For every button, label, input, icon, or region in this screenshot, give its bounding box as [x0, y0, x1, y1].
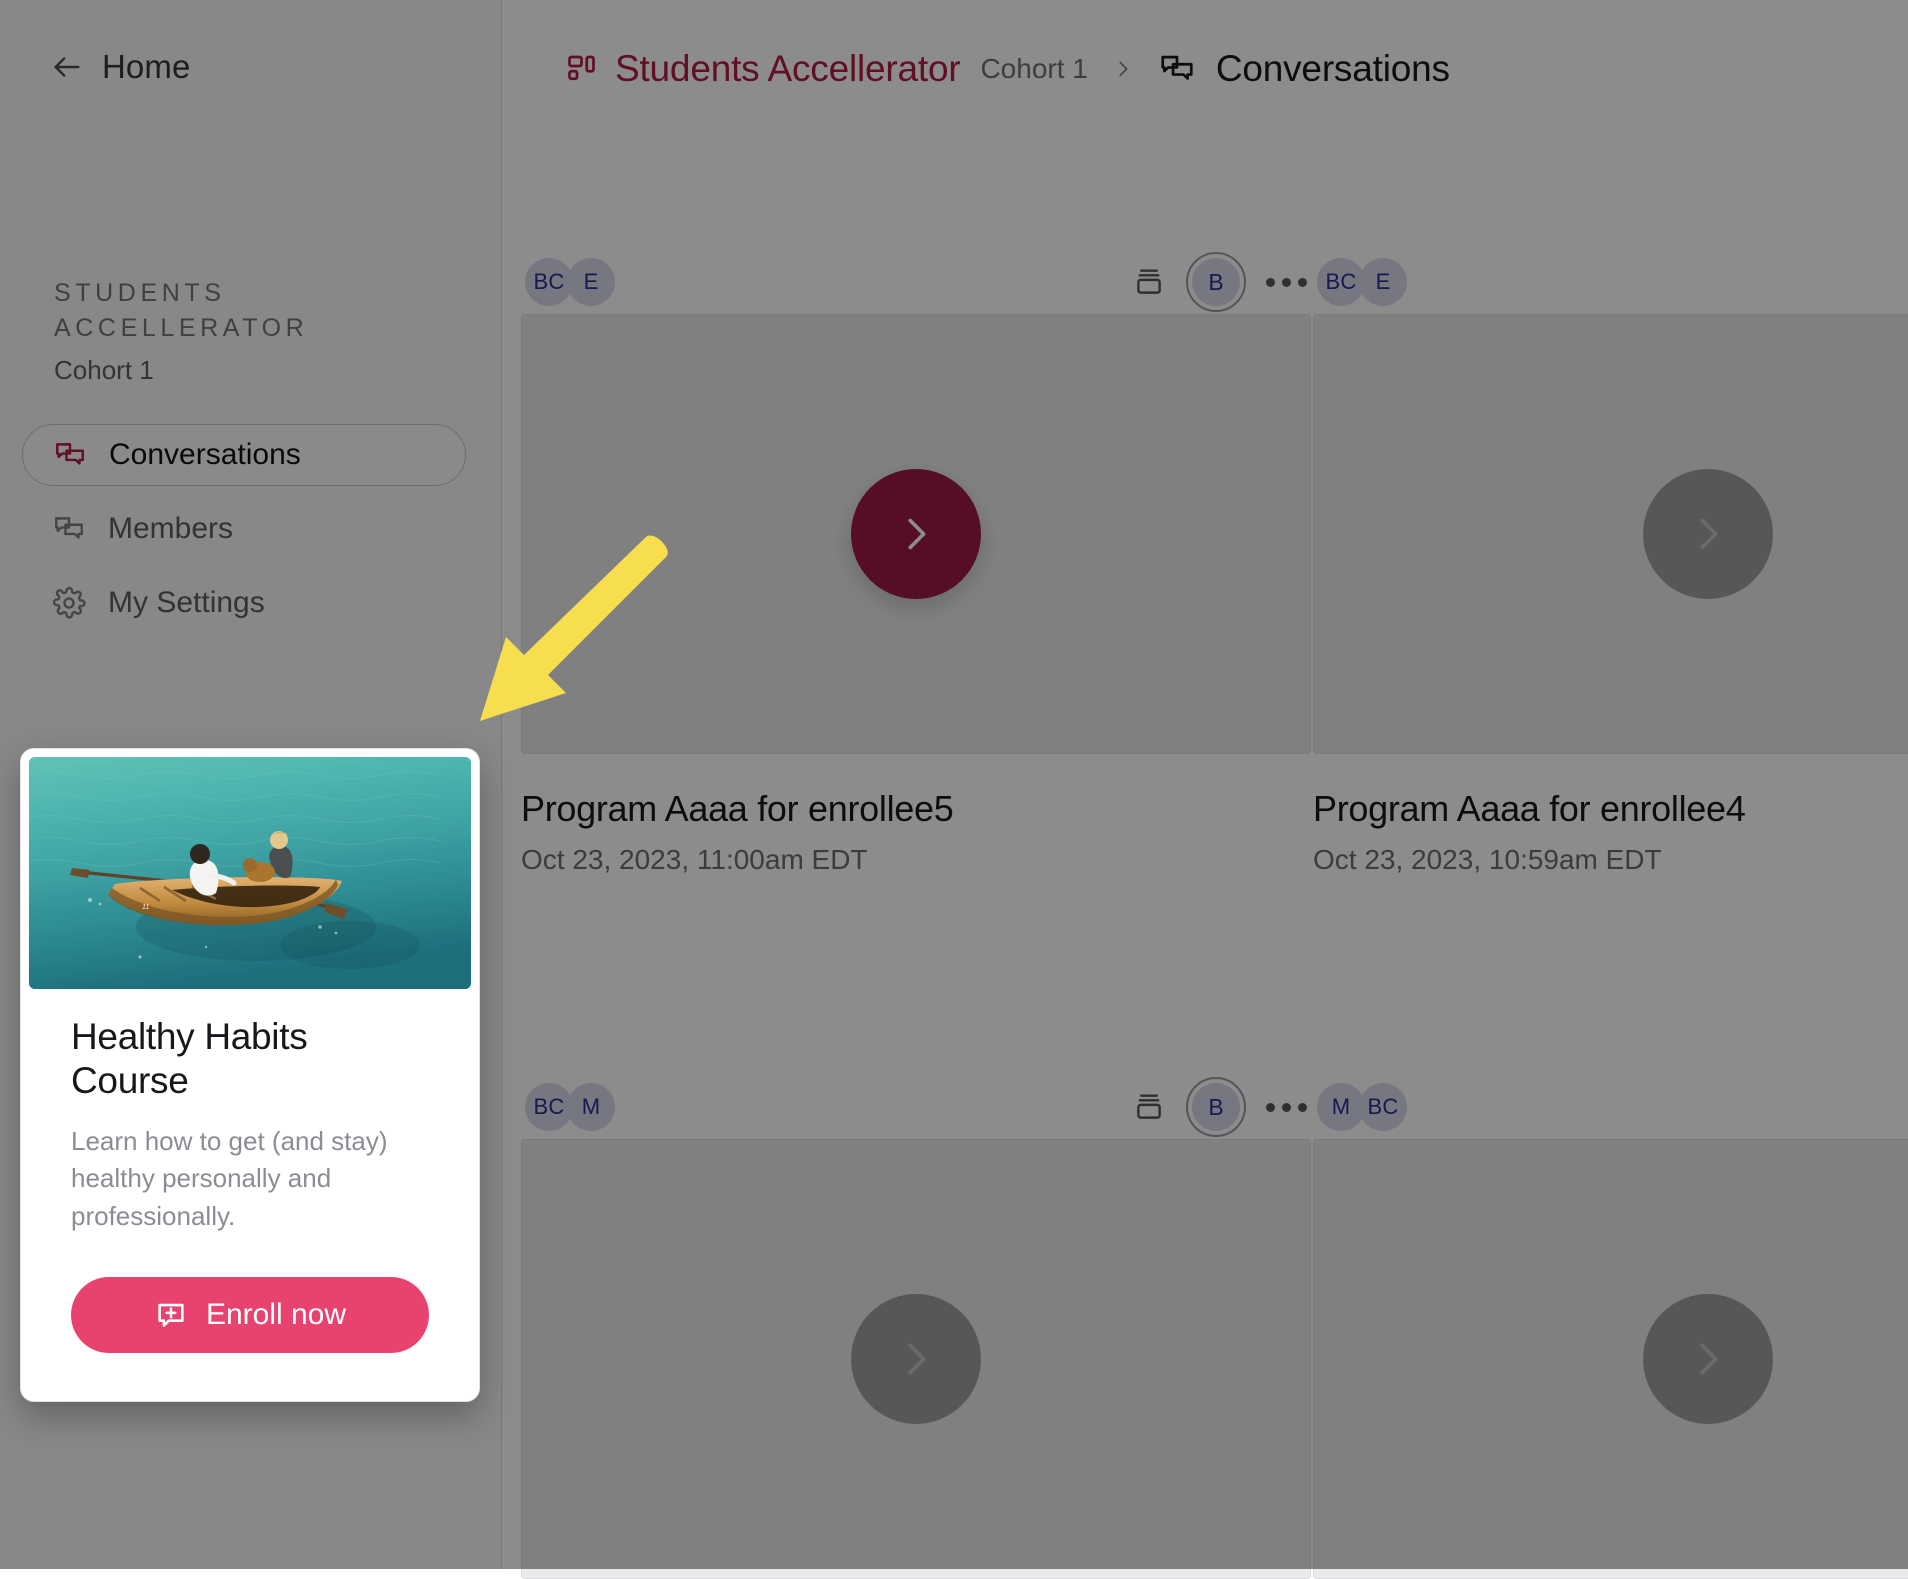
back-to-home-label: Home	[102, 48, 190, 86]
more-options-icon[interactable]	[1266, 1103, 1307, 1112]
archive-icon[interactable]	[1132, 265, 1166, 299]
breadcrumb-cohort: Cohort 1	[980, 53, 1087, 85]
owner-avatar[interactable]: B	[1192, 1083, 1240, 1131]
avatar: BC	[1317, 258, 1365, 306]
play-button[interactable]	[1643, 469, 1773, 599]
chevron-right-icon	[1685, 511, 1731, 557]
breadcrumb-workspace-link[interactable]: Students Accellerator	[615, 48, 960, 90]
avatar: E	[1359, 258, 1407, 306]
chevron-right-icon	[893, 1336, 939, 1382]
archive-icon[interactable]	[1132, 1090, 1166, 1124]
conversation-card[interactable]: M BC	[1313, 1075, 1908, 1579]
participant-avatars: BC E	[1317, 258, 1401, 306]
workspace-icon	[565, 51, 601, 87]
sidebar-item-members-label: Members	[108, 512, 233, 546]
participant-avatars: BC M	[525, 1083, 609, 1131]
conversations-icon	[1158, 50, 1196, 88]
workspace-title: STUDENTS ACCELLERATOR	[54, 276, 414, 345]
owner-avatar[interactable]: B	[1192, 258, 1240, 306]
members-icon	[52, 512, 86, 546]
rowboat-on-turquoise-water-photo: 11	[29, 757, 471, 989]
participant-avatars: M BC	[1317, 1083, 1401, 1131]
card-actions: B	[1132, 258, 1307, 306]
chevron-right-icon	[1685, 1336, 1731, 1382]
card-header: BC E B	[521, 250, 1311, 314]
sidebar-item-conversations[interactable]: Conversations	[22, 424, 466, 486]
promo-image: 11	[29, 757, 471, 989]
conversation-thumbnail[interactable]	[1313, 1139, 1908, 1579]
sidebar-nav: Conversations Members	[0, 424, 501, 634]
card-actions: B	[1132, 1083, 1307, 1131]
play-button[interactable]	[851, 469, 981, 599]
conversation-card[interactable]: BC E Program Aaaa for enrollee4 Oct 23,	[1313, 250, 1908, 876]
add-conversation-icon	[154, 1298, 188, 1332]
participant-avatars: BC E	[525, 258, 609, 306]
card-header: BC M B	[521, 1075, 1311, 1139]
chevron-right-icon	[1112, 56, 1134, 82]
avatar: M	[1317, 1083, 1365, 1131]
conversation-card-grid: BC E B	[503, 195, 1908, 1569]
workspace-subtitle: Cohort 1	[54, 355, 501, 386]
promo-title: Healthy Habits Course	[71, 1015, 429, 1103]
play-button[interactable]	[1643, 1294, 1773, 1424]
conversation-title: Program Aaaa for enrollee5	[521, 788, 1311, 830]
sidebar-item-my-settings[interactable]: My Settings	[22, 572, 466, 634]
arrow-left-icon	[50, 50, 84, 84]
conversations-icon	[53, 438, 87, 472]
avatar: BC	[525, 1083, 573, 1131]
more-options-icon[interactable]	[1266, 278, 1307, 287]
avatar: BC	[525, 258, 573, 306]
promo-body: Healthy Habits Course Learn how to get (…	[29, 989, 471, 1393]
enroll-now-button[interactable]: Enroll now	[71, 1277, 429, 1353]
conversation-card[interactable]: BC M B	[521, 1075, 1311, 1579]
workspace-header: STUDENTS ACCELLERATOR Cohort 1	[0, 86, 501, 386]
conversation-thumbnail[interactable]	[521, 1139, 1311, 1579]
sidebar-item-my-settings-label: My Settings	[108, 586, 265, 620]
conversation-date: Oct 23, 2023, 11:00am EDT	[521, 844, 1311, 876]
conversation-title: Program Aaaa for enrollee4	[1313, 788, 1908, 830]
conversation-card[interactable]: BC E B	[521, 250, 1311, 876]
promo-card[interactable]: 11 Healthy Habits Course Learn how to ge…	[20, 748, 480, 1402]
main-content: Students Accellerator Cohort 1 Conversat…	[503, 0, 1908, 1569]
sidebar-item-members[interactable]: Members	[22, 498, 466, 560]
breadcrumb: Students Accellerator Cohort 1 Conversat…	[503, 0, 1908, 90]
svg-text:11: 11	[142, 904, 149, 911]
promo-description: Learn how to get (and stay) healthy pers…	[71, 1123, 429, 1235]
gear-icon	[52, 586, 86, 620]
play-button[interactable]	[851, 1294, 981, 1424]
conversation-date: Oct 23, 2023, 10:59am EDT	[1313, 844, 1908, 876]
sidebar-item-conversations-label: Conversations	[109, 438, 301, 472]
conversation-thumbnail[interactable]	[1313, 314, 1908, 754]
chevron-right-icon	[893, 511, 939, 557]
avatar: M	[567, 1083, 615, 1131]
conversation-thumbnail[interactable]	[521, 314, 1311, 754]
back-to-home-button[interactable]: Home	[0, 0, 501, 86]
app-root: Home STUDENTS ACCELLERATOR Cohort 1 Conv…	[0, 0, 1908, 1569]
card-header: BC E	[1313, 250, 1908, 314]
enroll-now-label: Enroll now	[206, 1298, 346, 1332]
breadcrumb-current-page: Conversations	[1216, 48, 1450, 90]
card-header: M BC	[1313, 1075, 1908, 1139]
avatar: E	[567, 258, 615, 306]
avatar: BC	[1359, 1083, 1407, 1131]
